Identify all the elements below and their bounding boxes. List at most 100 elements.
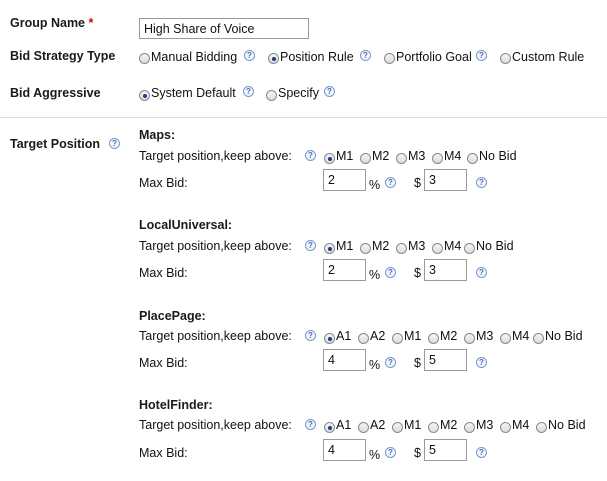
radio-hotelfinder-m2[interactable] [428,422,439,433]
radio-hotelfinder-m3[interactable] [464,422,475,433]
option-label: M1 [404,329,422,343]
currency-symbol: $ [414,356,421,370]
help-icon[interactable]: ? [360,50,371,61]
radio-maps-m1[interactable] [324,153,335,164]
section-divider [0,117,607,118]
currency-symbol: $ [414,266,421,280]
help-icon[interactable]: ? [385,447,396,458]
radio-hotelfinder-m4[interactable] [500,422,511,433]
help-icon[interactable]: ? [385,177,396,188]
radio-label-portfolio-goal: Portfolio Goal [396,50,472,64]
help-icon[interactable]: ? [385,357,396,368]
max-bid-percent-input[interactable] [323,169,366,191]
option-label: M1 [404,418,422,432]
radio-localuniversal-m2[interactable] [360,243,371,254]
help-icon[interactable]: ? [109,138,120,149]
option-label: M4 [444,149,462,163]
required-mark: * [88,16,94,30]
option-label: M3 [476,418,494,432]
radio-localuniversal-no-bid[interactable] [464,243,475,254]
option-label: No Bid [548,418,586,432]
target-position-label: Target Position [10,137,101,151]
help-icon[interactable]: ? [305,240,316,251]
radio-custom-rule[interactable] [500,53,511,64]
radio-placepage-m4[interactable] [500,333,511,344]
radio-localuniversal-m4[interactable] [432,243,443,254]
radio-label-system-default: System Default [151,86,236,100]
radio-portfolio-goal[interactable] [384,53,395,64]
help-icon[interactable]: ? [476,447,487,458]
max-bid-percent-input[interactable] [323,439,366,461]
option-label: A1 [336,329,352,343]
target-position-text: Target position,keep above: [139,329,292,343]
group-name-label: Group Name * [10,16,94,30]
help-icon[interactable]: ? [244,50,255,61]
radio-placepage-no-bid[interactable] [533,333,544,344]
radio-placepage-a1[interactable] [324,333,335,344]
help-icon[interactable]: ? [305,330,316,341]
option-label: M3 [408,149,426,163]
section-title-localuniversal: LocalUniversal: [139,218,233,232]
max-bid-label: Max Bid: [139,266,188,280]
radio-maps-m3[interactable] [396,153,407,164]
help-icon[interactable]: ? [476,177,487,188]
radio-hotelfinder-a1[interactable] [324,422,335,433]
target-position-text: Target position,keep above: [139,149,292,163]
max-bid-percent-input[interactable] [323,349,366,371]
help-icon[interactable]: ? [476,50,487,61]
radio-maps-no-bid[interactable] [467,153,478,164]
currency-symbol: $ [414,446,421,460]
percent-unit: % [369,358,381,372]
max-bid-dollar-input[interactable] [424,439,467,461]
radio-placepage-m1[interactable] [392,333,403,344]
radio-manual-bidding[interactable] [139,53,150,64]
section-title-placepage: PlacePage: [139,309,206,323]
radio-maps-m2[interactable] [360,153,371,164]
option-label: M4 [512,418,530,432]
radio-hotelfinder-no-bid[interactable] [536,422,547,433]
option-label: M2 [440,329,458,343]
option-label: M3 [476,329,494,343]
radio-placepage-a2[interactable] [358,333,369,344]
option-label: M2 [372,149,390,163]
radio-localuniversal-m3[interactable] [396,243,407,254]
option-label: M2 [440,418,458,432]
option-label: A2 [370,418,386,432]
radio-hotelfinder-m1[interactable] [392,422,403,433]
target-position-text: Target position,keep above: [139,418,292,432]
option-label: M1 [336,149,354,163]
radio-placepage-m2[interactable] [428,333,439,344]
option-label: A1 [336,418,352,432]
radio-label-manual-bidding: Manual Bidding [151,50,238,64]
max-bid-percent-input[interactable] [323,259,366,281]
radio-maps-m4[interactable] [432,153,443,164]
radio-label-position-rule: Position Rule [280,50,354,64]
radio-localuniversal-m1[interactable] [324,243,335,254]
option-label: M4 [444,239,462,253]
help-icon[interactable]: ? [476,267,487,278]
max-bid-dollar-input[interactable] [424,259,467,281]
radio-hotelfinder-a2[interactable] [358,422,369,433]
radio-system-default[interactable] [139,90,150,101]
max-bid-dollar-input[interactable] [424,349,467,371]
help-icon[interactable]: ? [385,267,396,278]
radio-label-specify: Specify [278,86,319,100]
help-icon[interactable]: ? [476,357,487,368]
option-label: No Bid [479,149,517,163]
radio-position-rule[interactable] [268,53,279,64]
group-name-input[interactable] [139,18,309,39]
target-position-text: Target position,keep above: [139,239,292,253]
help-icon[interactable]: ? [305,150,316,161]
section-title-hotelfinder: HotelFinder: [139,398,213,412]
help-icon[interactable]: ? [243,86,254,97]
help-icon[interactable]: ? [305,419,316,430]
radio-label-custom-rule: Custom Rule [512,50,585,64]
option-label: A2 [370,329,386,343]
radio-specify[interactable] [266,90,277,101]
percent-unit: % [369,448,381,462]
max-bid-dollar-input[interactable] [424,169,467,191]
max-bid-label: Max Bid: [139,356,188,370]
option-label: M1 [336,239,354,253]
help-icon[interactable]: ? [324,86,335,97]
radio-placepage-m3[interactable] [464,333,475,344]
